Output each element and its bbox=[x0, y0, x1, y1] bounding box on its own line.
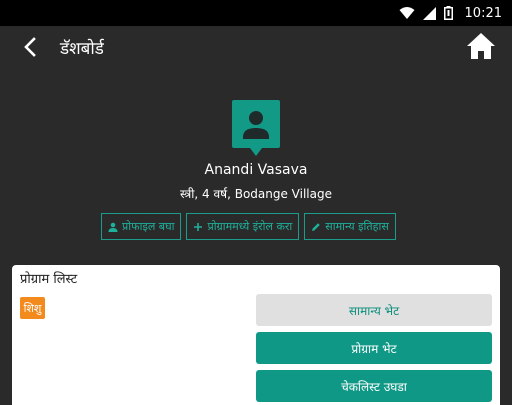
general-history-label: सामान्य इतिहास bbox=[325, 220, 389, 233]
open-checklist-button[interactable]: चेकलिस्ट उघडा bbox=[256, 370, 492, 402]
pencil-icon bbox=[312, 222, 321, 231]
view-profile-label: प्रोफाइल बघा bbox=[122, 220, 175, 233]
back-arrow-icon[interactable] bbox=[20, 36, 42, 58]
wifi-icon bbox=[399, 6, 415, 20]
person-icon bbox=[108, 222, 118, 232]
plus-icon bbox=[194, 222, 203, 231]
enroll-program-button[interactable]: प्रोग्राममध्ये इंरोल करा bbox=[186, 213, 300, 240]
signal-icon bbox=[422, 6, 436, 20]
program-visit-button[interactable]: प्रोग्राम भेट bbox=[256, 332, 492, 364]
person-icon bbox=[232, 100, 280, 156]
profile-name: Anandi Vasava bbox=[204, 162, 308, 178]
home-icon[interactable] bbox=[466, 32, 496, 60]
program-list-title: प्रोग्राम लिस्ट bbox=[20, 272, 78, 287]
battery-icon bbox=[443, 6, 453, 20]
profile-actions: प्रोफाइल बघा प्रोग्राममध्ये इंरोल करा सा… bbox=[101, 213, 396, 240]
view-profile-button[interactable]: प्रोफाइल बघा bbox=[101, 213, 182, 240]
status-time: 10:21 bbox=[464, 5, 502, 21]
app-bar: डॅशबोर्ड bbox=[0, 26, 512, 68]
profile-details: स्त्री, 4 वर्ष, Bodange Village bbox=[180, 187, 332, 201]
program-list-card: प्रोग्राम लिस्ट शिशु सामान्य भेट प्रोग्र… bbox=[12, 265, 500, 405]
status-bar: 10:21 bbox=[0, 0, 512, 26]
enroll-program-label: प्रोग्राममध्ये इंरोल करा bbox=[207, 220, 293, 233]
general-visit-button[interactable]: सामान्य भेट bbox=[256, 294, 492, 326]
program-badge[interactable]: शिशु bbox=[20, 297, 45, 319]
avatar bbox=[232, 100, 280, 156]
page-title: डॅशबोर्ड bbox=[60, 39, 104, 59]
general-history-button[interactable]: सामान्य इतिहास bbox=[304, 213, 396, 240]
